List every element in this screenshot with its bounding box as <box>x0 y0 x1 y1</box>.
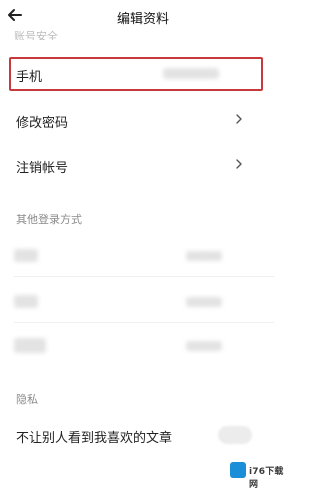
login-method-icon-2 <box>14 295 38 308</box>
watermark-text: i76下载网 <box>249 467 284 490</box>
page-title: 编辑资料 <box>116 12 169 27</box>
other-login-section-label: 其他登录方式 <box>16 213 82 226</box>
hide-likes-label: 不让别人看到我喜欢的文章 <box>16 431 173 446</box>
phone-row[interactable] <box>9 57 263 91</box>
login-method-status-1[interactable] <box>186 251 222 261</box>
login-method-status-3[interactable] <box>186 341 222 351</box>
phone-value-blurred <box>163 68 219 79</box>
watermark-logo-icon <box>230 462 246 478</box>
divider <box>14 276 274 277</box>
watermark: i76下载网 <box>228 460 286 490</box>
divider <box>14 322 274 323</box>
privacy-section-label: 隐私 <box>16 393 38 406</box>
hide-likes-toggle[interactable] <box>218 426 252 444</box>
account-section-label: 账号安全 <box>14 30 58 40</box>
login-method-icon-3 <box>14 338 46 353</box>
phone-label: 手机 <box>16 70 43 85</box>
login-method-status-2[interactable] <box>186 297 222 307</box>
change-password-row[interactable] <box>0 100 286 142</box>
deregister-account-row[interactable] <box>0 145 286 187</box>
login-method-icon-1 <box>14 249 38 262</box>
